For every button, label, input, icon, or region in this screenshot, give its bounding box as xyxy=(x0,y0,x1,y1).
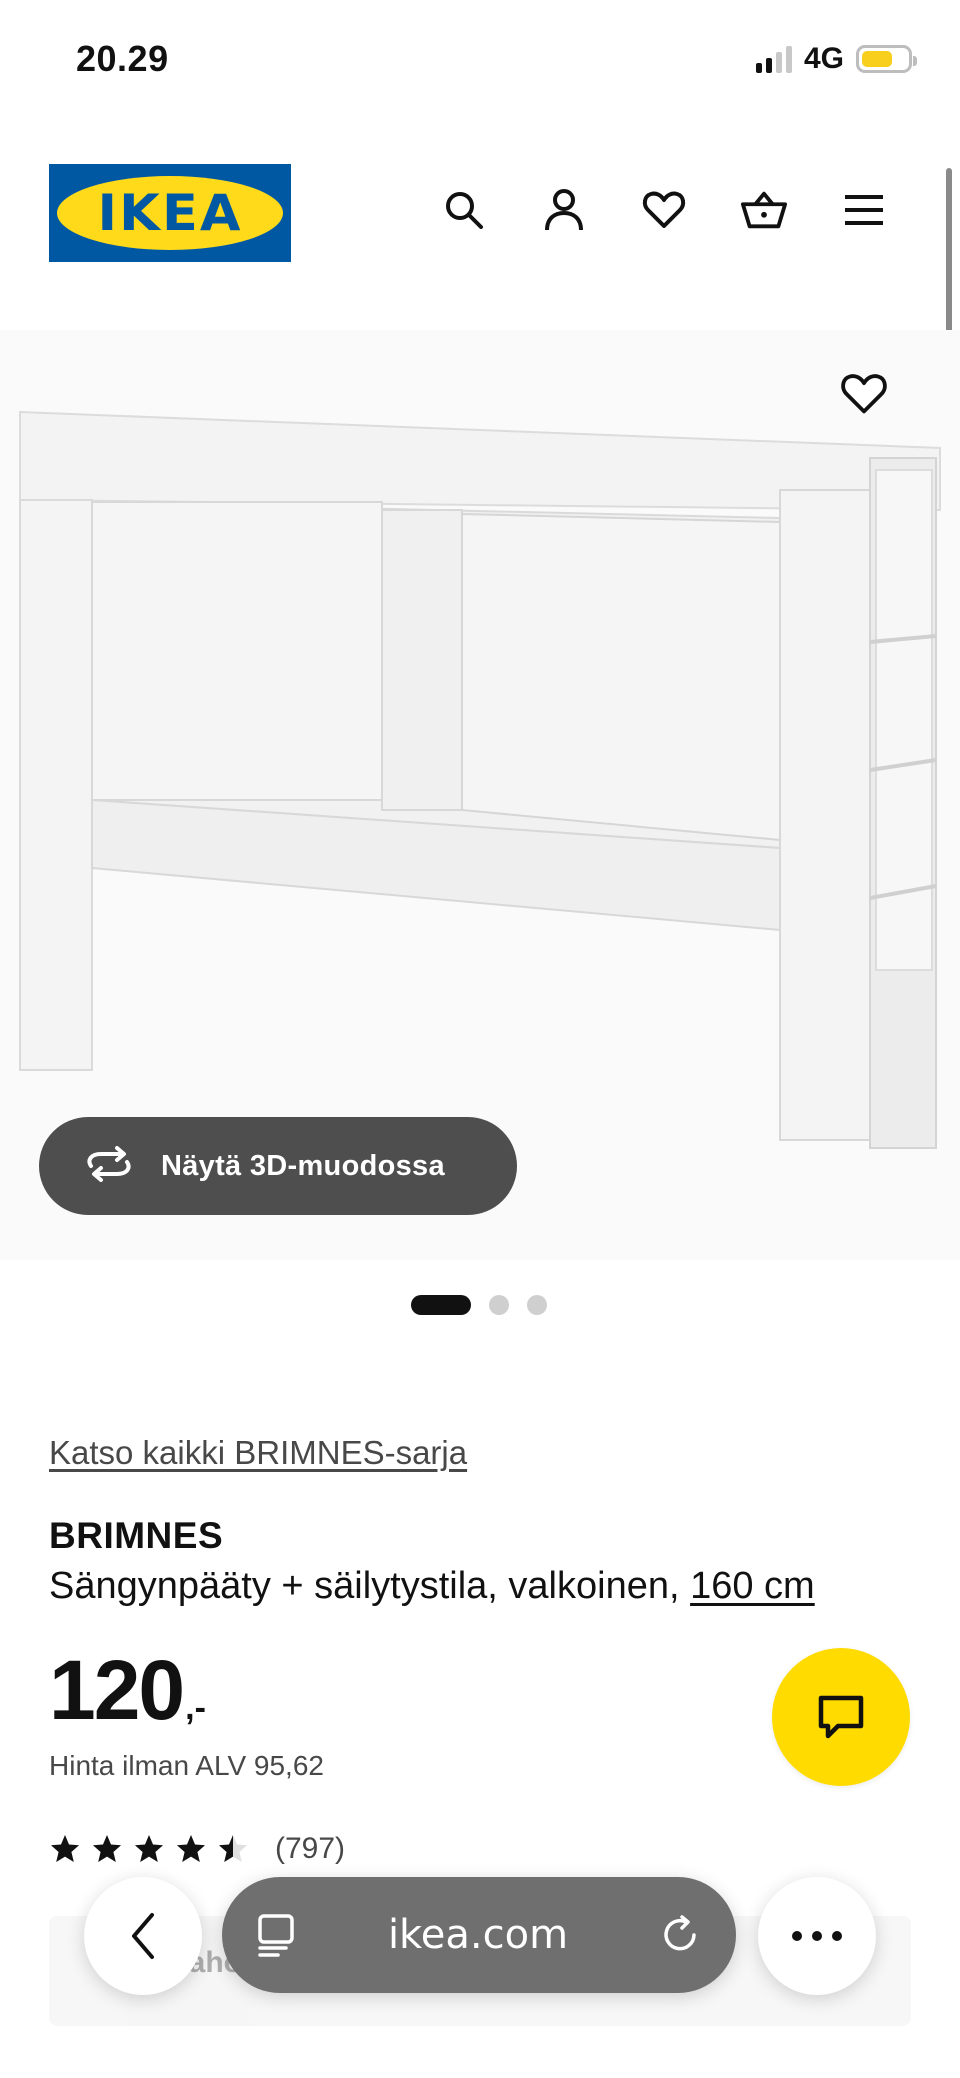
status-indicators: 4G xyxy=(755,42,917,76)
price-suffix: ,- xyxy=(185,1689,206,1727)
shopping-basket-icon[interactable] xyxy=(740,186,788,234)
star-icon xyxy=(219,1835,247,1862)
rating-count: (797) xyxy=(275,1832,346,1865)
more-dots-icon xyxy=(792,1931,842,1941)
account-icon[interactable] xyxy=(540,186,588,234)
network-type: 4G xyxy=(803,42,844,75)
product-name: BRIMNES xyxy=(49,1515,224,1556)
browser-address-bar[interactable]: ikea.com xyxy=(222,1877,736,1993)
ikea-logo[interactable]: IKEA xyxy=(49,164,291,262)
battery-icon xyxy=(856,45,917,73)
add-to-wishlist-heart-icon[interactable] xyxy=(840,372,888,420)
product-description-text: Sängynpääty + säilytystila, valkoinen, xyxy=(49,1565,691,1607)
heart-icon[interactable] xyxy=(640,186,688,234)
browser-back-button[interactable] xyxy=(84,1877,202,1995)
reload-icon[interactable] xyxy=(658,1913,702,1957)
star-icon xyxy=(51,1835,79,1862)
menu-icon[interactable] xyxy=(840,186,888,234)
rating-stars xyxy=(49,1833,249,1865)
carousel-indicators xyxy=(411,1295,547,1315)
search-icon[interactable] xyxy=(440,186,488,234)
view-3d-label: Näytä 3D-muodossa xyxy=(161,1149,445,1182)
carousel-dot-2[interactable] xyxy=(489,1295,509,1315)
header-actions xyxy=(440,186,888,234)
rating[interactable]: (797) xyxy=(49,1832,345,1866)
rotate-3d-icon xyxy=(83,1145,135,1187)
view-3d-button[interactable]: Näytä 3D-muodossa xyxy=(39,1117,517,1215)
star-icon xyxy=(93,1835,121,1862)
size-link[interactable]: 160 cm xyxy=(690,1565,815,1607)
browser-more-button[interactable] xyxy=(758,1877,876,1995)
carousel-dot-3[interactable] xyxy=(527,1295,547,1315)
price-integer: 120 xyxy=(49,1643,185,1737)
tabs-icon[interactable] xyxy=(256,1912,298,1958)
chevron-left-icon xyxy=(132,1913,154,1959)
status-time: 20.29 xyxy=(76,38,169,79)
price-without-vat: Hinta ilman ALV 95,62 xyxy=(49,1750,324,1781)
signal-icon xyxy=(755,45,792,73)
url-text: ikea.com xyxy=(387,1912,569,1958)
star-icon xyxy=(177,1835,205,1862)
star-icon xyxy=(135,1835,163,1862)
series-link[interactable]: Katso kaikki BRIMNES-sarja xyxy=(49,1434,467,1472)
price: 120 ,- xyxy=(49,1648,206,1732)
carousel-dot-1[interactable] xyxy=(411,1295,471,1315)
product-description: Sängynpääty + säilytystila, valkoinen, 1… xyxy=(49,1565,815,1608)
logo-text: IKEA xyxy=(97,184,243,242)
chat-icon xyxy=(818,1695,864,1739)
chat-button[interactable] xyxy=(772,1648,910,1786)
